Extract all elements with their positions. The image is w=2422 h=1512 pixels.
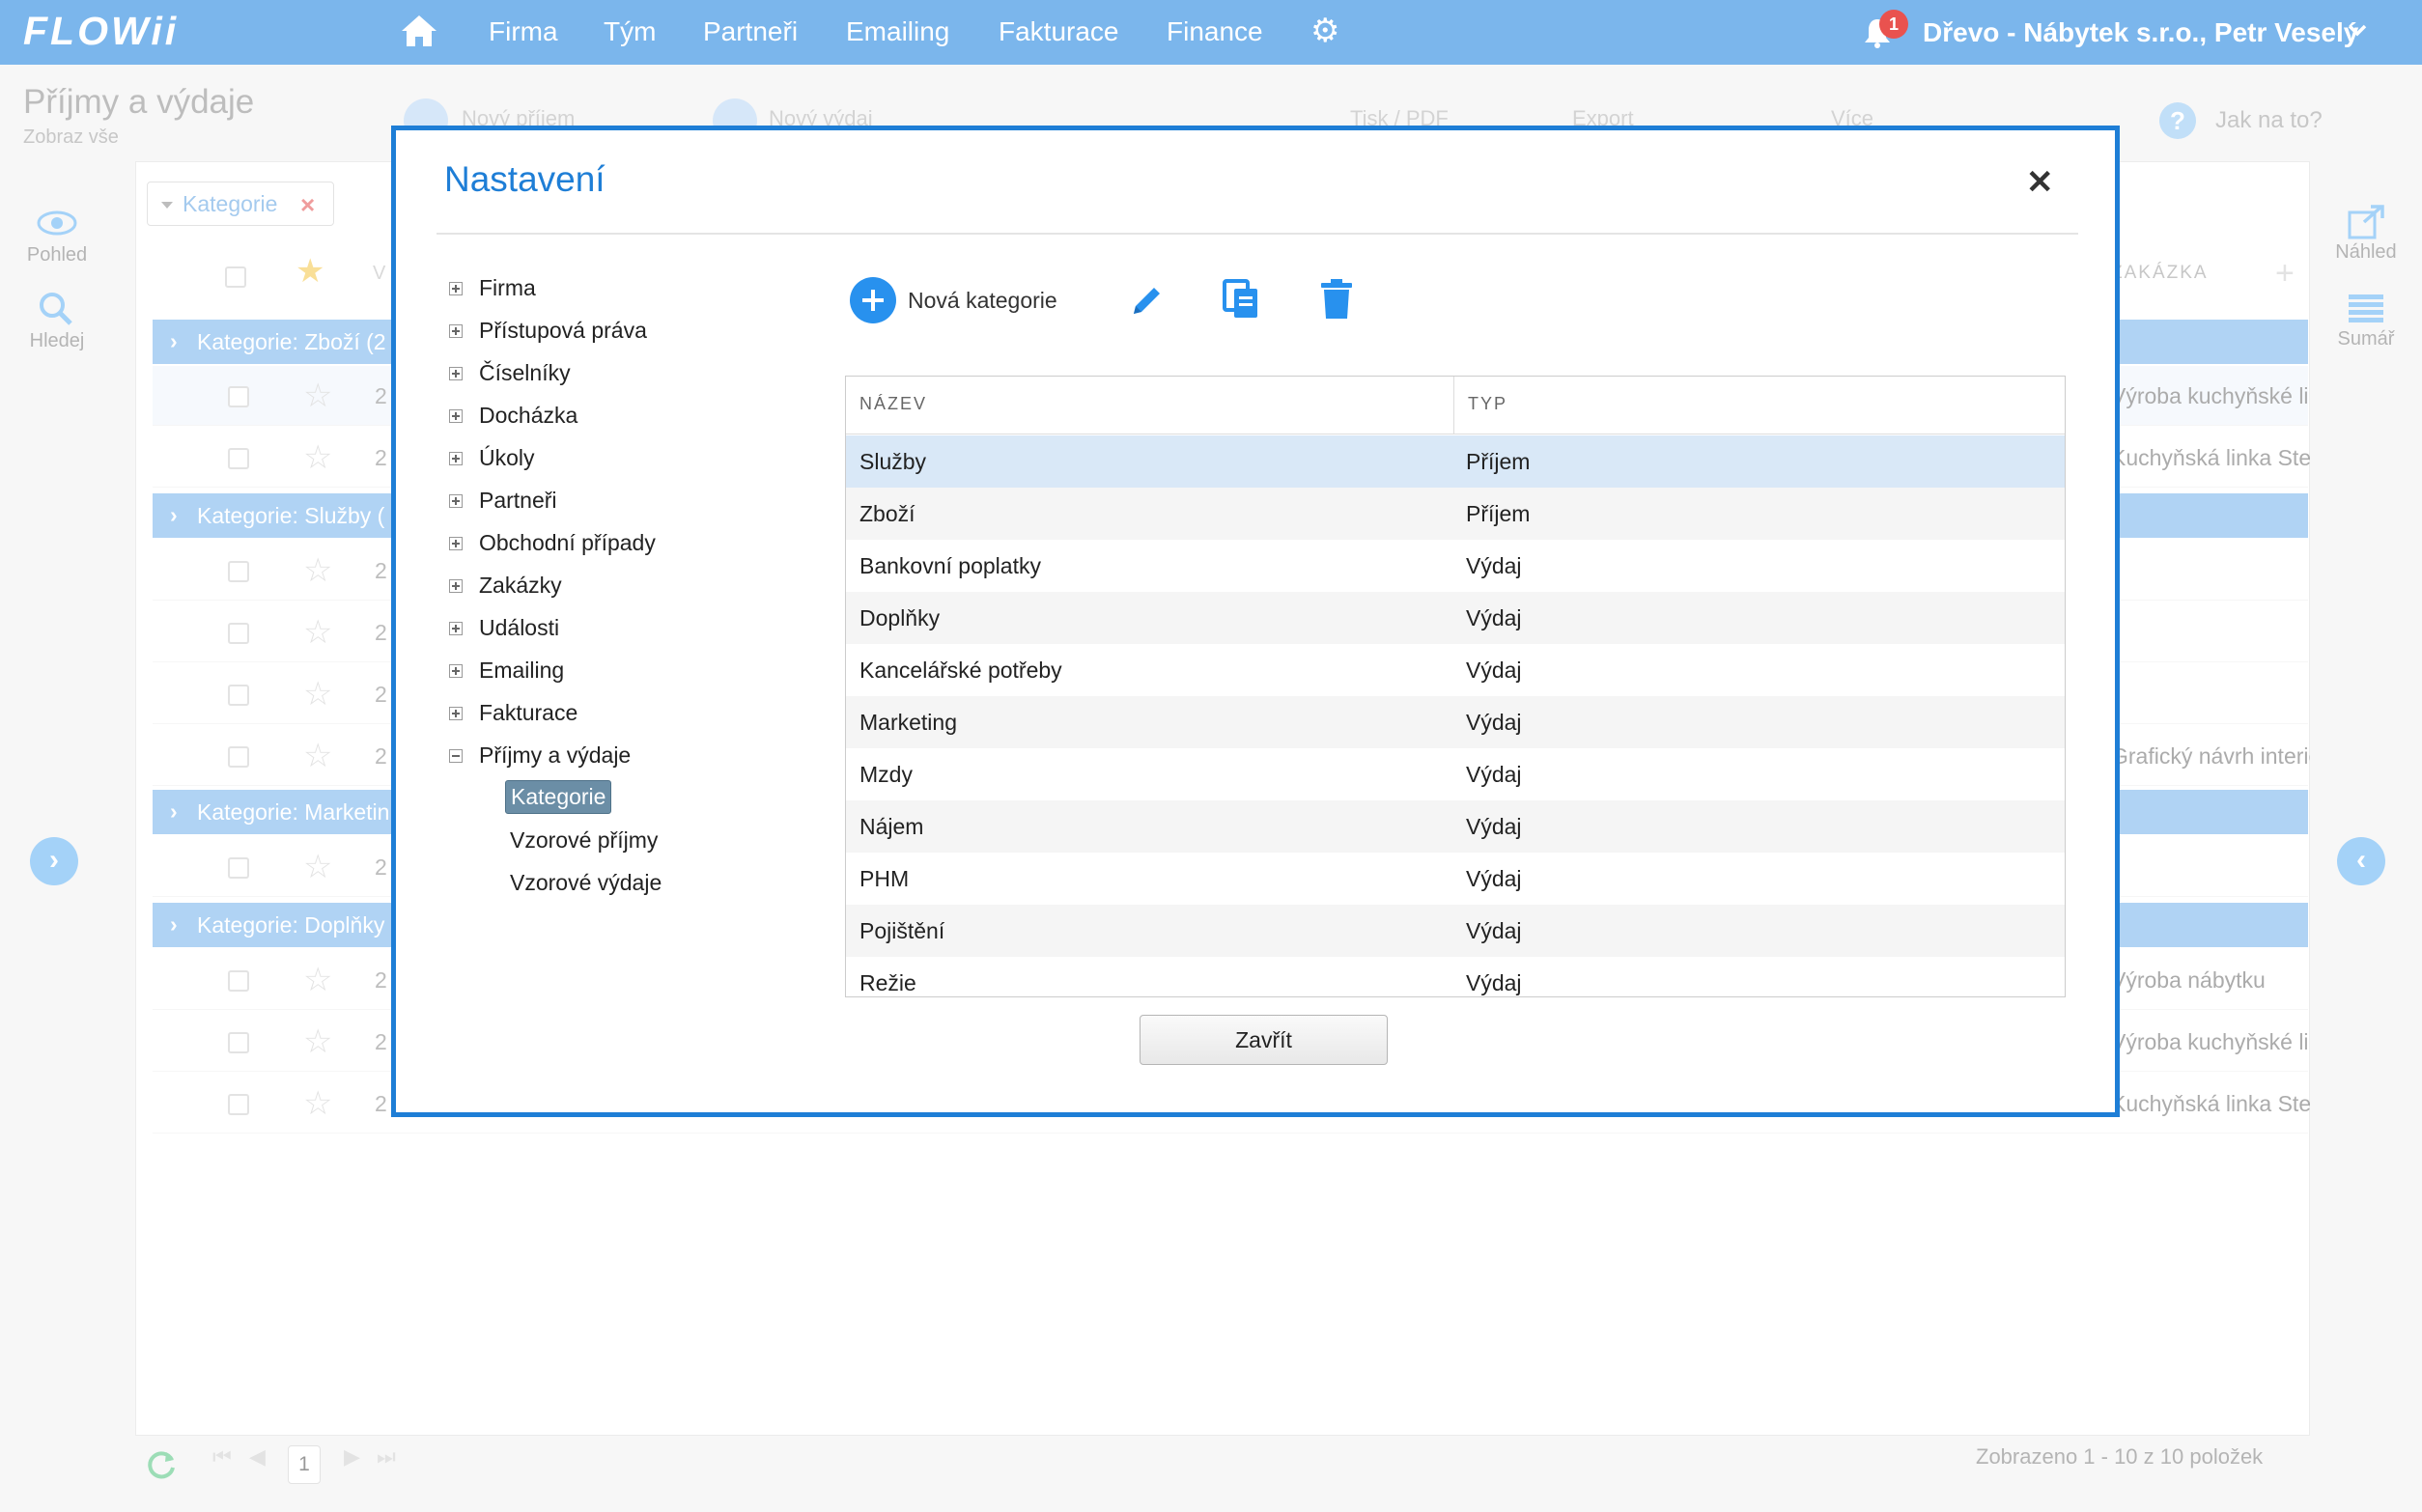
divider — [437, 233, 2078, 235]
home-icon[interactable] — [400, 14, 438, 50]
row-cell-typ: Výdaj — [1466, 553, 1522, 578]
table-row[interactable]: Doplňky Výdaj — [846, 592, 2065, 644]
tree-item-partneri[interactable]: Partneři — [444, 488, 557, 514]
tree-item-label: Zakázky — [479, 573, 562, 598]
app-logo[interactable]: FLOWii — [23, 9, 179, 54]
close-icon[interactable]: ✕ — [2026, 163, 2054, 202]
new-category-button[interactable]: Nová kategorie — [908, 288, 1057, 314]
expand-icon[interactable] — [449, 622, 463, 635]
expand-icon[interactable] — [449, 409, 463, 423]
table-row[interactable]: Kancelářské potřeby Výdaj — [846, 644, 2065, 696]
tree-item-obchodni-pripady[interactable]: Obchodní případy — [444, 530, 656, 556]
settings-dialog: Nastavení ✕ Firma Přístupová práva Čísel… — [391, 126, 2120, 1117]
tree-item-label: Partneři — [479, 488, 557, 513]
gear-icon[interactable]: ⚙ — [1310, 14, 1339, 47]
row-cell-nazev: Zboží — [859, 501, 915, 526]
tree-item-udalosti[interactable]: Události — [444, 615, 559, 641]
expand-icon[interactable] — [449, 664, 463, 678]
table-row[interactable]: Mzdy Výdaj — [846, 748, 2065, 800]
column-header-typ[interactable]: TYP — [1454, 377, 2065, 434]
row-cell-nazev: PHM — [859, 866, 910, 891]
table-row[interactable]: Zboží Příjem — [846, 488, 2065, 540]
tree-item-dochazka[interactable]: Docházka — [444, 403, 577, 429]
row-cell-typ: Výdaj — [1466, 866, 1522, 891]
row-cell-nazev: Marketing — [859, 710, 957, 735]
expand-icon[interactable] — [449, 452, 463, 465]
table-row[interactable]: Režie Výdaj — [846, 957, 2065, 996]
nav-partneri[interactable]: Partneři — [703, 16, 798, 47]
categories-table: NÁZEV TYP Služby Příjem Zboží Příjem Banko… — [845, 376, 2066, 997]
row-cell-nazev: Bankovní poplatky — [859, 553, 1041, 578]
tree-item-label: Přístupová práva — [479, 318, 647, 343]
row-cell-typ: Výdaj — [1466, 710, 1522, 735]
notification-badge[interactable]: 1 — [1879, 10, 1908, 39]
row-cell-nazev: Služby — [859, 449, 927, 474]
tree-item-label: Docházka — [479, 403, 578, 428]
table-row[interactable]: Marketing Výdaj — [846, 696, 2065, 748]
row-cell-typ: Příjem — [1466, 501, 1531, 526]
expand-icon[interactable] — [449, 707, 463, 720]
nav-firma[interactable]: Firma — [489, 16, 558, 47]
table-row[interactable]: Služby Příjem — [846, 435, 2065, 488]
row-cell-typ: Výdaj — [1466, 918, 1522, 943]
expand-icon[interactable] — [449, 282, 463, 295]
company-user-menu[interactable]: Dřevo - Nábytek s.r.o., Petr Veselý — [1923, 17, 2358, 48]
tree-item-label: Číselníky — [479, 360, 571, 385]
tree-item-label: Emailing — [479, 658, 565, 683]
row-cell-nazev: Kancelářské potřeby — [859, 658, 1062, 683]
table-row[interactable]: Nájem Výdaj — [846, 800, 2065, 853]
tree-item-prijmy-a-vydaje[interactable]: Příjmy a výdaje — [444, 742, 631, 769]
row-cell-typ: Výdaj — [1466, 605, 1522, 630]
row-cell-nazev: Pojištění — [859, 918, 945, 943]
table-row[interactable]: PHM Výdaj — [846, 853, 2065, 905]
column-header-nazev[interactable]: NÁZEV — [846, 377, 1453, 434]
close-dialog-button[interactable]: Zavřít — [1140, 1015, 1388, 1065]
row-cell-nazev: Nájem — [859, 814, 924, 839]
row-cell-typ: Výdaj — [1466, 658, 1522, 683]
tree-item-pristupova-prava[interactable]: Přístupová práva — [444, 318, 647, 344]
row-cell-typ: Příjem — [1466, 449, 1531, 474]
row-cell-typ: Výdaj — [1466, 762, 1522, 787]
tree-item-ukoly[interactable]: Úkoly — [444, 445, 535, 471]
tree-item-zakazky[interactable]: Zakázky — [444, 573, 562, 599]
table-row[interactable]: Pojištění Výdaj — [846, 905, 2065, 957]
tree-item-fakturace[interactable]: Fakturace — [444, 700, 577, 726]
row-cell-nazev: Mzdy — [859, 762, 913, 787]
expand-icon[interactable] — [449, 367, 463, 380]
nav-emailing[interactable]: Emailing — [846, 16, 949, 47]
row-cell-typ: Výdaj — [1466, 814, 1522, 839]
table-row[interactable]: Bankovní poplatky Výdaj — [846, 540, 2065, 592]
expand-icon[interactable] — [449, 324, 463, 338]
tree-subitem-vzorove-prijmy[interactable]: Vzorové příjmy — [510, 827, 658, 854]
tree-item-ciselniky[interactable]: Číselníky — [444, 360, 571, 386]
nav-fakturace[interactable]: Fakturace — [999, 16, 1119, 47]
row-cell-typ: Výdaj — [1466, 970, 1522, 995]
expand-icon[interactable] — [449, 537, 463, 550]
tree-subitem-kategorie[interactable]: Kategorie — [505, 780, 612, 814]
copy-icon[interactable] — [1223, 279, 1261, 324]
tree-item-label: Příjmy a výdaje — [479, 742, 632, 768]
pencil-icon[interactable] — [1130, 283, 1165, 322]
row-cell-nazev: Doplňky — [859, 605, 941, 630]
expand-icon[interactable] — [449, 494, 463, 508]
tree-item-label: Firma — [479, 275, 536, 300]
row-cell-nazev: Režie — [859, 970, 916, 995]
tree-item-firma[interactable]: Firma — [444, 275, 536, 301]
tree-item-label: Fakturace — [479, 700, 578, 725]
tree-item-label: Úkoly — [479, 445, 535, 470]
tree-item-emailing[interactable]: Emailing — [444, 658, 564, 684]
plus-circle-icon[interactable] — [850, 277, 896, 323]
nav-tym[interactable]: Tým — [604, 16, 656, 47]
tree-item-label: Události — [479, 615, 560, 640]
expand-icon[interactable] — [449, 579, 463, 593]
collapse-icon[interactable] — [449, 749, 463, 763]
tree-subitem-vzorove-vydaje[interactable]: Vzorové výdaje — [510, 870, 662, 896]
dialog-title: Nastavení — [444, 159, 606, 199]
trash-icon[interactable] — [1321, 279, 1352, 324]
nav-finance[interactable]: Finance — [1167, 16, 1263, 47]
tree-item-label: Obchodní případy — [479, 530, 656, 555]
chevron-down-icon[interactable] — [2347, 19, 2368, 45]
